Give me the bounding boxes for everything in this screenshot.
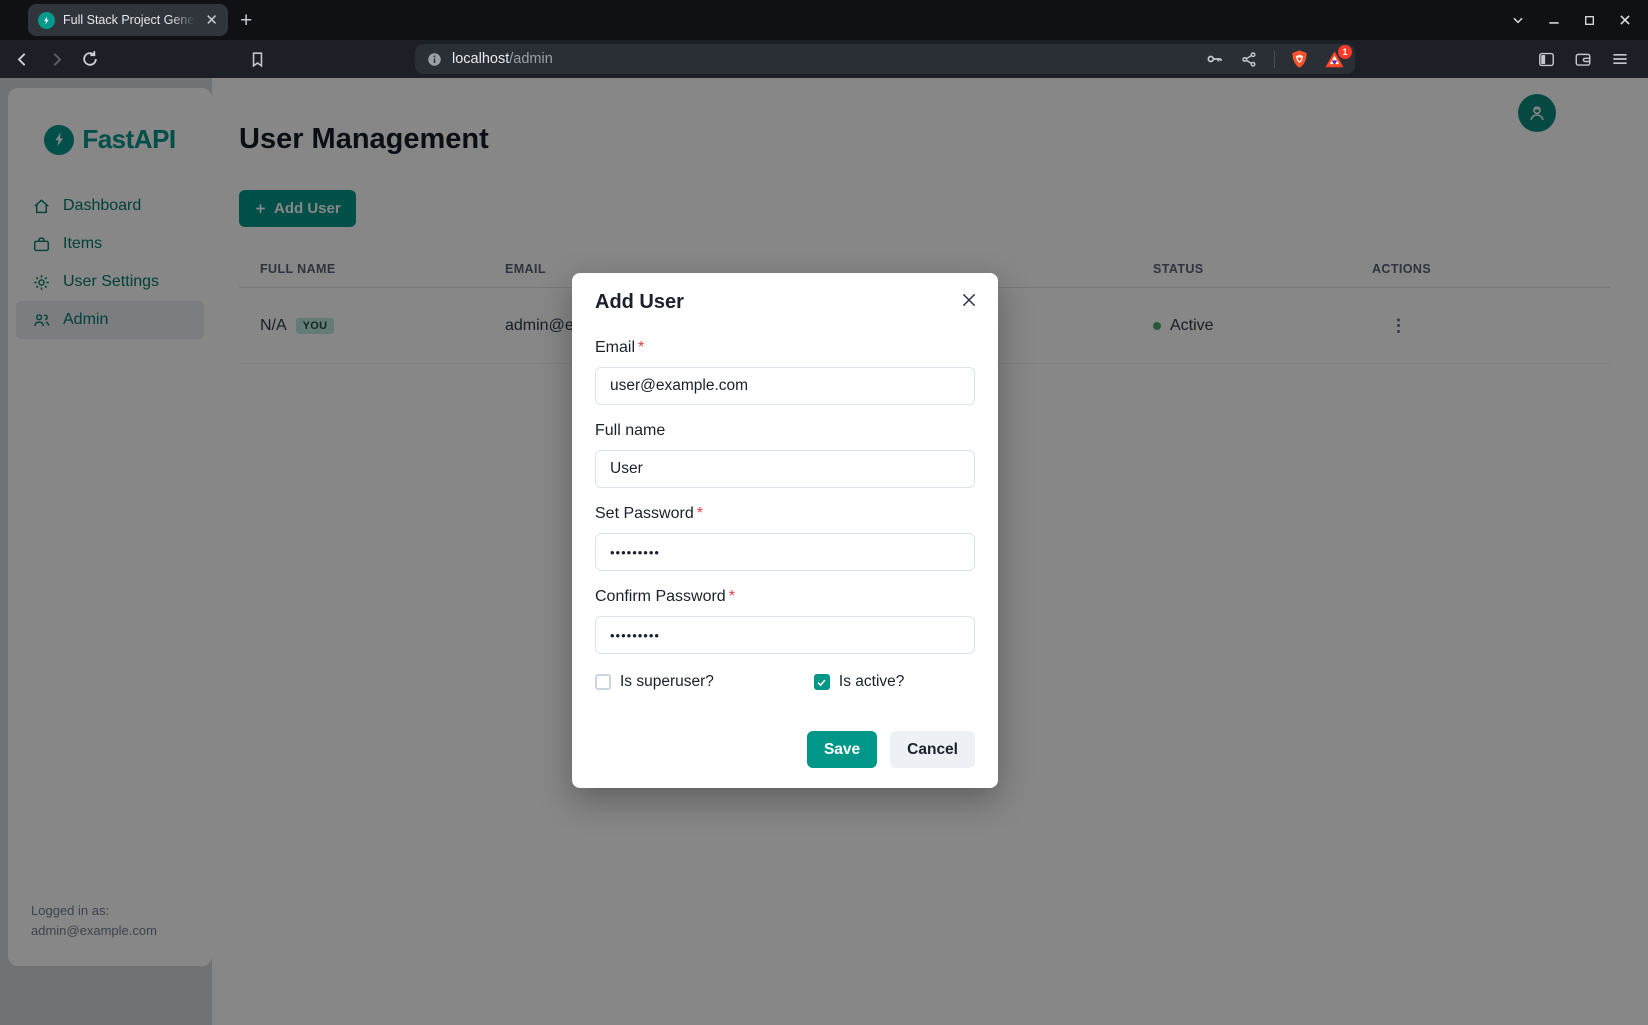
required-asterisk: * — [697, 505, 703, 522]
browser-window: Full Stack Project Genera ✕ + localhost/… — [0, 0, 1648, 1025]
brave-shield-icon[interactable] — [1290, 49, 1309, 70]
email-field[interactable] — [595, 367, 975, 405]
site-info-icon[interactable] — [427, 52, 442, 67]
new-tab-button[interactable]: + — [240, 10, 252, 31]
label-text: Email — [595, 339, 635, 356]
rewards-badge: 1 — [1338, 45, 1352, 59]
maximize-icon[interactable] — [1583, 14, 1596, 27]
toolbar-right-icons — [1537, 49, 1630, 69]
nav-buttons — [12, 49, 100, 70]
label-text: Full name — [595, 422, 665, 439]
modal-close-icon[interactable] — [954, 285, 984, 318]
close-window-icon[interactable] — [1618, 13, 1632, 27]
tab-close-icon[interactable]: ✕ — [203, 11, 220, 30]
bookmark-icon[interactable] — [248, 50, 267, 69]
wallet-icon[interactable] — [1573, 50, 1593, 69]
window-controls — [1511, 13, 1632, 27]
full-name-field[interactable] — [595, 450, 975, 488]
required-asterisk: * — [729, 588, 735, 605]
is-active-label: Is active? — [839, 673, 904, 691]
required-asterisk: * — [638, 339, 644, 356]
share-icon[interactable] — [1240, 50, 1259, 69]
checkbox-checked-icon — [814, 674, 830, 690]
minimize-icon[interactable] — [1547, 13, 1561, 27]
side-panel-icon[interactable] — [1537, 50, 1556, 69]
is-superuser-label: Is superuser? — [620, 673, 714, 691]
cancel-button[interactable]: Cancel — [890, 731, 975, 768]
forward-icon[interactable] — [46, 49, 67, 70]
browser-toolbar: localhost/admin 1 — [0, 40, 1648, 78]
url-bar-actions: 1 — [1205, 49, 1345, 70]
is-superuser-checkbox[interactable]: Is superuser? — [595, 673, 714, 691]
set-password-field[interactable] — [595, 533, 975, 571]
menu-hamburger-icon[interactable] — [1610, 49, 1630, 69]
field-set-password-label: Set Password* — [595, 505, 975, 525]
checkbox-unchecked-icon — [595, 674, 611, 690]
back-icon[interactable] — [12, 49, 33, 70]
url-bar[interactable]: localhost/admin 1 — [415, 44, 1355, 74]
save-button[interactable]: Save — [807, 731, 877, 768]
tab-search-chevron-icon[interactable] — [1511, 13, 1525, 27]
label-text: Confirm Password — [595, 588, 726, 605]
checkbox-row: Is superuser? Is active? — [595, 673, 975, 691]
tab-strip: Full Stack Project Genera ✕ + — [0, 0, 1648, 40]
field-email-label: Email* — [595, 339, 975, 359]
url-path: /admin — [509, 51, 553, 67]
url-host: localhost — [452, 51, 509, 67]
divider — [1274, 51, 1275, 68]
fastapi-favicon-icon — [38, 12, 55, 29]
field-confirm-password-label: Confirm Password* — [595, 588, 975, 608]
modal-buttons: Save Cancel — [595, 731, 975, 768]
field-full-name: Full name — [595, 422, 975, 488]
field-full-name-label: Full name — [595, 422, 975, 442]
field-email: Email* — [595, 339, 975, 405]
brave-rewards-button[interactable]: 1 — [1324, 50, 1345, 69]
password-key-icon[interactable] — [1205, 49, 1225, 69]
field-set-password: Set Password* — [595, 505, 975, 571]
is-active-checkbox[interactable]: Is active? — [814, 673, 904, 691]
browser-tab[interactable]: Full Stack Project Genera ✕ — [28, 4, 228, 36]
tab-title: Full Stack Project Genera — [63, 13, 195, 27]
field-confirm-password: Confirm Password* — [595, 588, 975, 654]
modal-title: Add User — [595, 291, 975, 314]
label-text: Set Password — [595, 505, 694, 522]
confirm-password-field[interactable] — [595, 616, 975, 654]
add-user-modal: Add User Email* Full name Set Password* … — [572, 273, 998, 788]
reload-icon[interactable] — [80, 49, 100, 69]
